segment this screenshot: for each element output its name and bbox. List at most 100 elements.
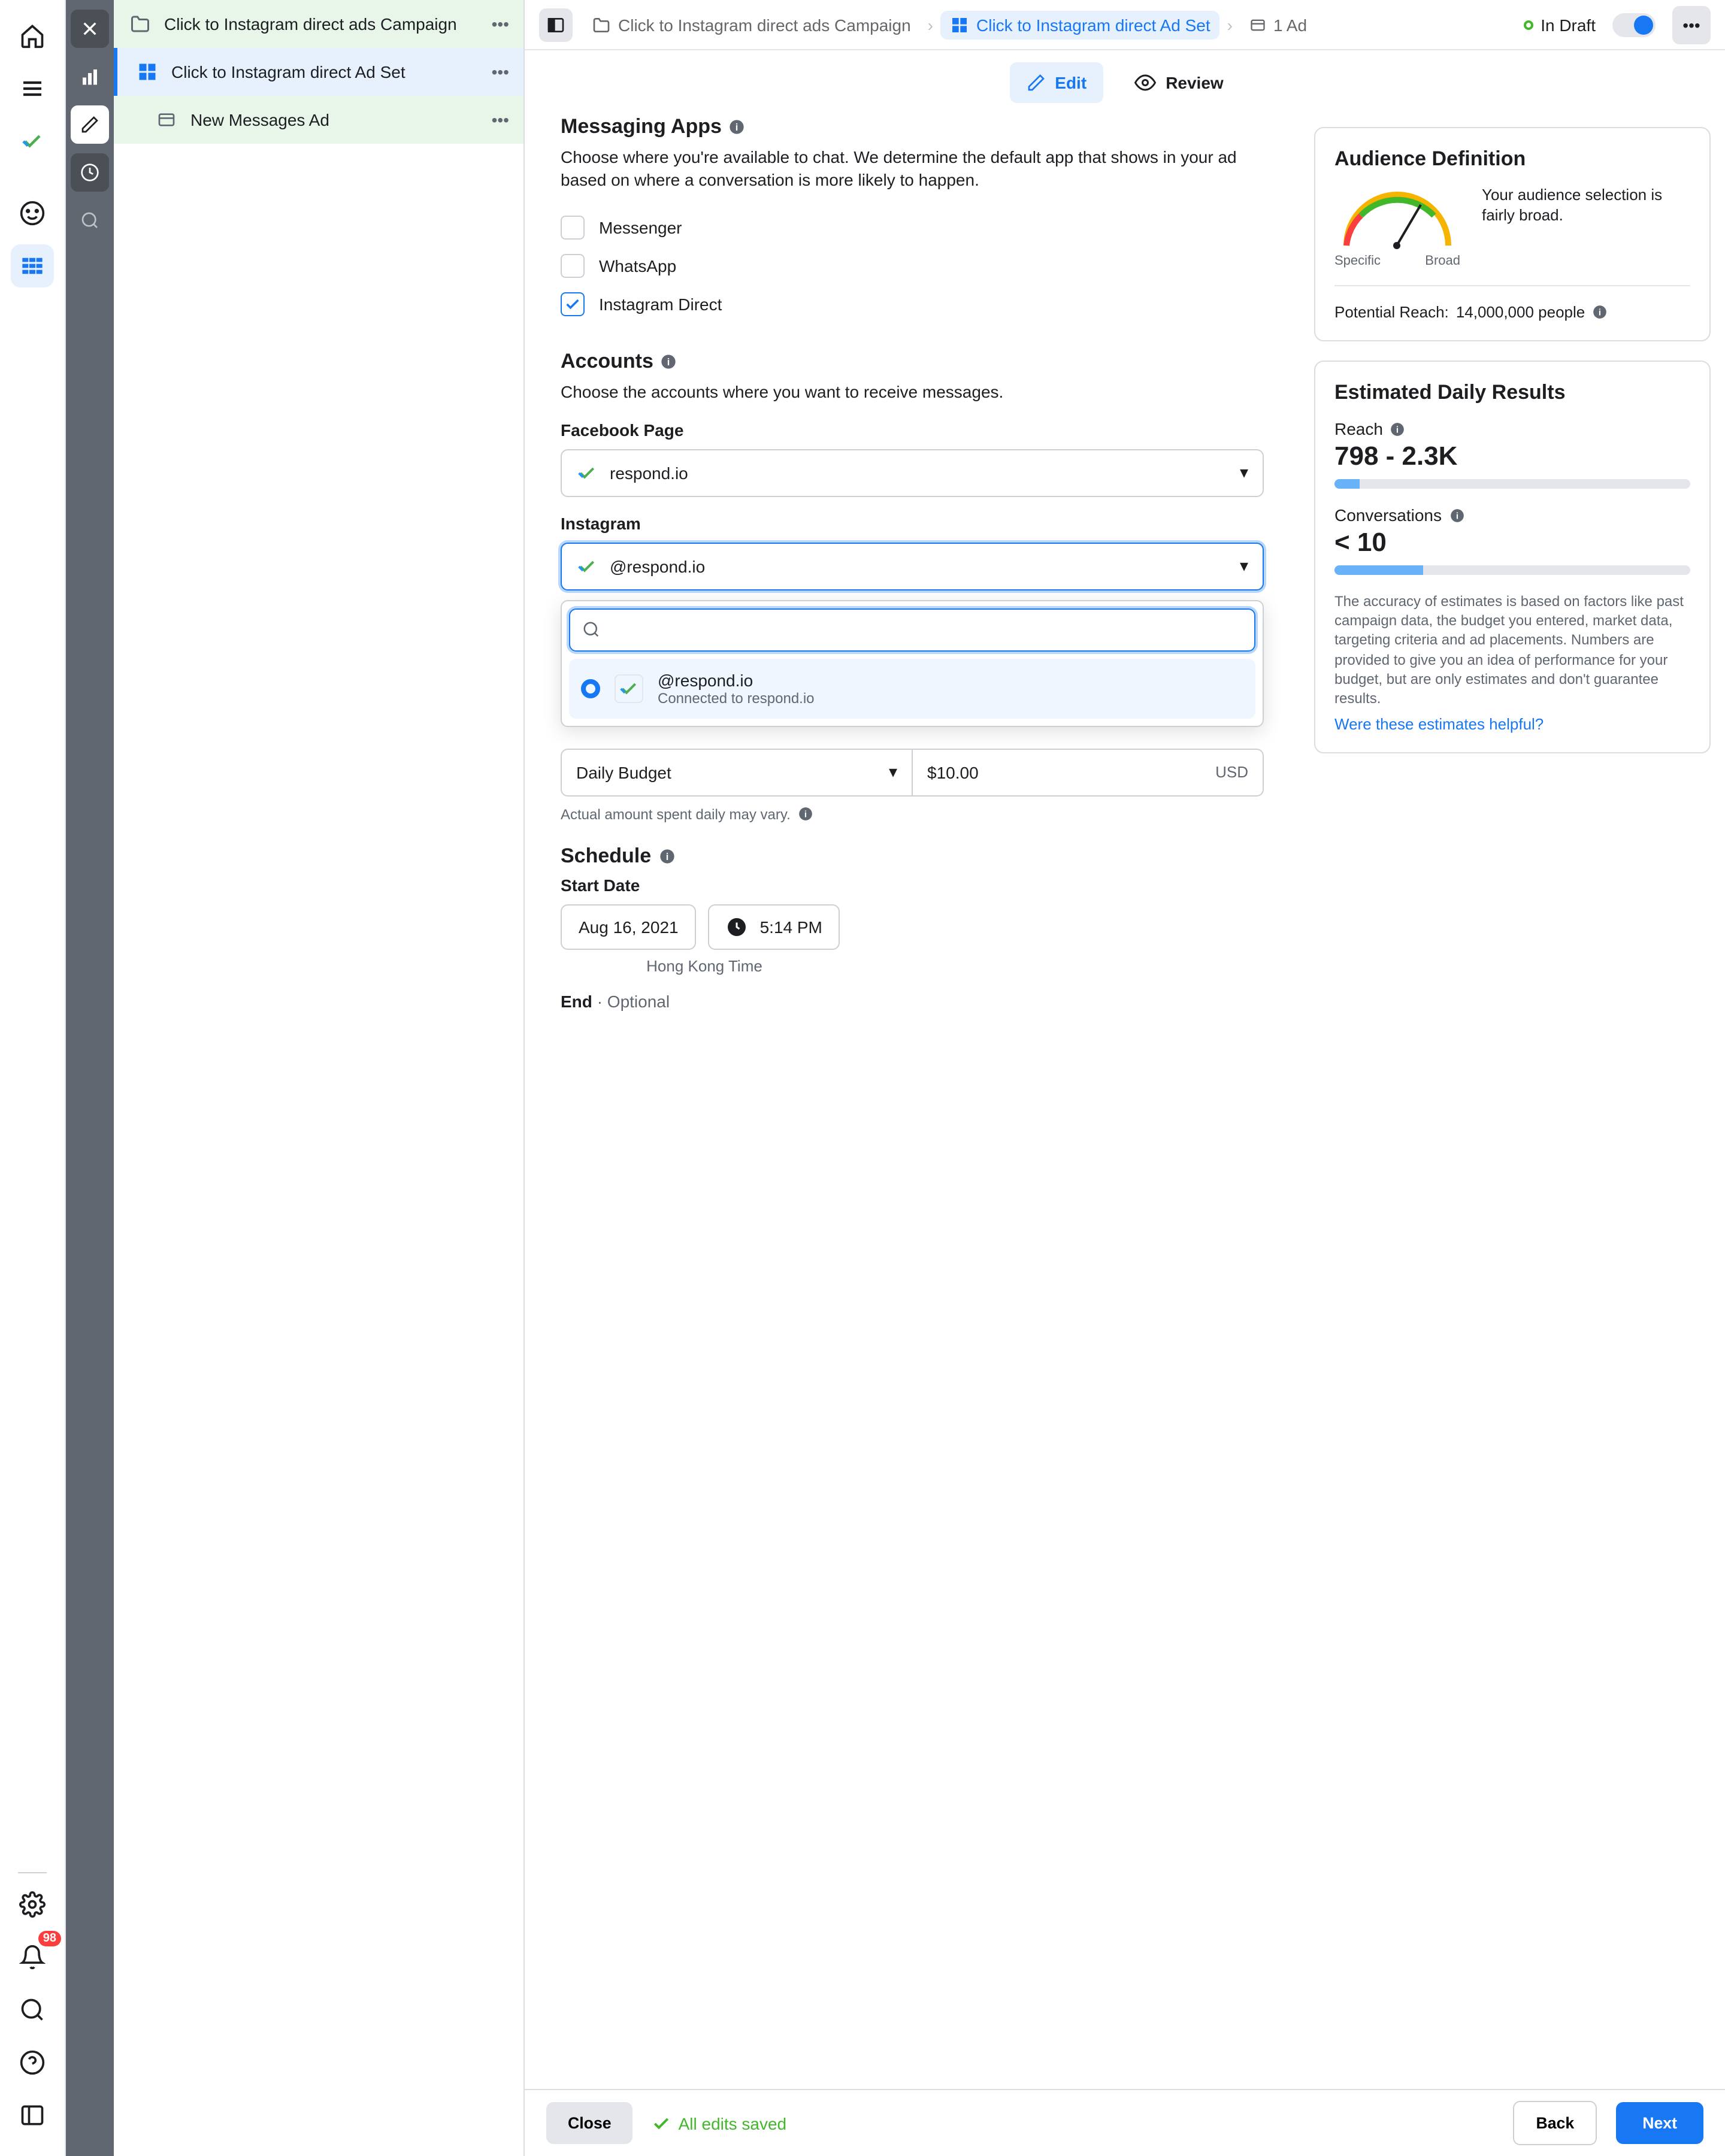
topbar: Click to Instagram direct ads Campaign ›… bbox=[525, 0, 1725, 50]
reach-bar bbox=[1334, 479, 1690, 489]
info-icon[interactable]: i bbox=[1592, 304, 1608, 320]
search-icon bbox=[582, 620, 600, 638]
facebook-page-select[interactable]: respond.io ▾ bbox=[561, 449, 1264, 496]
more-icon[interactable]: ••• bbox=[492, 14, 509, 34]
audience-heading: Audience Definition bbox=[1334, 147, 1690, 171]
back-button[interactable]: Back bbox=[1513, 2101, 1597, 2145]
crumb-adset[interactable]: Click to Instagram direct Ad Set bbox=[940, 10, 1220, 39]
daily-heading: Estimated Daily Results bbox=[1334, 381, 1690, 405]
tree-adset[interactable]: Click to Instagram direct Ad Set ••• bbox=[114, 48, 523, 96]
campaign-tree: Click to Instagram direct ads Campaign •… bbox=[114, 0, 525, 2156]
zoom-icon[interactable] bbox=[71, 201, 109, 240]
help-icon[interactable] bbox=[11, 2041, 54, 2084]
caret-down-icon: ▾ bbox=[889, 762, 897, 782]
accounts-desc: Choose the accounts where you want to re… bbox=[561, 381, 1264, 404]
clock-icon[interactable] bbox=[71, 153, 109, 192]
bell-icon[interactable] bbox=[11, 1936, 54, 1979]
brand-logo-icon bbox=[615, 674, 643, 702]
end-date-label: End · Optional bbox=[561, 991, 1264, 1010]
caret-down-icon: ▾ bbox=[1240, 462, 1248, 483]
tree-ad-label: New Messages Ad bbox=[190, 110, 329, 129]
check-icon bbox=[652, 2113, 671, 2133]
breadcrumb: Click to Instagram direct ads Campaign ›… bbox=[582, 10, 1317, 39]
svg-text:i: i bbox=[736, 122, 739, 133]
instagram-select[interactable]: @respond.io ▾ bbox=[561, 542, 1264, 590]
svg-text:i: i bbox=[665, 851, 668, 862]
global-nav-rail bbox=[0, 0, 66, 2156]
sidebar-column: Audience Definition bbox=[1300, 115, 1725, 2089]
emoji-icon[interactable] bbox=[11, 192, 54, 235]
accounts-heading: Accounts i bbox=[561, 350, 1264, 374]
respond-logo-icon[interactable] bbox=[11, 120, 54, 163]
info-icon[interactable]: i bbox=[1390, 421, 1406, 437]
budget-amount-input[interactable]: $10.00 USD bbox=[913, 748, 1264, 796]
crumb-ad[interactable]: 1 Ad bbox=[1240, 10, 1317, 39]
dropdown-option-respond[interactable]: @respond.io Connected to respond.io bbox=[569, 658, 1255, 718]
table-icon[interactable] bbox=[11, 244, 54, 287]
start-time-input[interactable]: 5:14 PM bbox=[709, 904, 840, 949]
collapse-panel-button[interactable] bbox=[539, 8, 573, 41]
daily-results-card: Estimated Daily Results Reachi 798 - 2.3… bbox=[1314, 361, 1711, 753]
search-icon[interactable] bbox=[11, 1988, 54, 2031]
publish-toggle[interactable] bbox=[1612, 13, 1656, 37]
info-icon[interactable]: i bbox=[1449, 507, 1464, 523]
checkbox-messenger[interactable]: Messenger bbox=[561, 208, 1264, 247]
tab-review[interactable]: Review bbox=[1118, 62, 1240, 103]
gear-icon[interactable] bbox=[11, 1883, 54, 1926]
budget-type-select[interactable]: Daily Budget ▾ bbox=[561, 748, 913, 796]
schedule-heading: Schedule i bbox=[561, 844, 1264, 868]
budget-hint: Actual amount spent daily may vary. i bbox=[561, 806, 1264, 822]
more-icon[interactable]: ••• bbox=[492, 110, 509, 129]
more-icon[interactable]: ••• bbox=[492, 62, 509, 81]
dd-option-handle: @respond.io bbox=[658, 670, 815, 689]
folder-icon bbox=[128, 12, 152, 36]
editor-tool-rail bbox=[66, 0, 114, 2156]
brand-logo-icon bbox=[576, 462, 598, 483]
next-button[interactable]: Next bbox=[1616, 2102, 1703, 2144]
info-icon[interactable]: i bbox=[661, 353, 677, 370]
chart-icon[interactable] bbox=[71, 57, 109, 96]
crumb-campaign[interactable]: Click to Instagram direct ads Campaign bbox=[582, 10, 921, 39]
checkbox-instagram[interactable]: Instagram Direct bbox=[561, 285, 1264, 323]
chevron-right-icon: › bbox=[1227, 15, 1233, 34]
ad-icon bbox=[155, 108, 178, 132]
conversations-label: Conversationsi bbox=[1334, 505, 1690, 525]
tree-campaign[interactable]: Click to Instagram direct ads Campaign •… bbox=[114, 0, 523, 48]
caret-down-icon: ▾ bbox=[1240, 556, 1248, 576]
tree-adset-label: Click to Instagram direct Ad Set bbox=[171, 62, 405, 81]
dropdown-search[interactable] bbox=[569, 608, 1255, 651]
menu-icon[interactable] bbox=[11, 67, 54, 110]
potential-reach: Potential Reach: 14,000,000 people i bbox=[1334, 285, 1690, 321]
start-date-input[interactable]: Aug 16, 2021 bbox=[561, 904, 697, 949]
chevron-right-icon: › bbox=[928, 15, 933, 34]
footer: Close All edits saved Back Next bbox=[525, 2089, 1725, 2156]
dropdown-search-input[interactable] bbox=[610, 620, 1242, 639]
conversations-value: < 10 bbox=[1334, 527, 1690, 558]
instagram-label: Instagram bbox=[561, 513, 1264, 532]
facebook-page-label: Facebook Page bbox=[561, 420, 1264, 439]
close-button[interactable] bbox=[71, 10, 109, 48]
close-button[interactable]: Close bbox=[546, 2102, 633, 2144]
tree-ad[interactable]: New Messages Ad ••• bbox=[114, 96, 523, 144]
svg-text:i: i bbox=[1455, 510, 1458, 520]
sidebar-icon[interactable] bbox=[11, 2094, 54, 2137]
pencil-icon[interactable] bbox=[71, 105, 109, 144]
info-icon[interactable]: i bbox=[729, 119, 746, 135]
status-badge: In Draft bbox=[1524, 15, 1596, 34]
brand-logo-icon bbox=[576, 555, 598, 577]
checkbox-whatsapp[interactable]: WhatsApp bbox=[561, 247, 1264, 285]
estimates-helpful-link[interactable]: Were these estimates helpful? bbox=[1334, 715, 1544, 733]
dd-option-sub: Connected to respond.io bbox=[658, 689, 815, 706]
reach-label: Reachi bbox=[1334, 419, 1690, 438]
timezone-label: Hong Kong Time bbox=[561, 956, 848, 974]
main-panel: Click to Instagram direct ads Campaign ›… bbox=[525, 0, 1725, 2156]
audience-card: Audience Definition bbox=[1314, 127, 1711, 341]
tree-campaign-label: Click to Instagram direct ads Campaign bbox=[164, 14, 457, 34]
info-icon[interactable]: i bbox=[798, 806, 813, 822]
home-icon[interactable] bbox=[11, 14, 54, 57]
more-menu-button[interactable]: ••• bbox=[1672, 5, 1711, 44]
disclaimer: The accuracy of estimates is based on fa… bbox=[1334, 592, 1690, 708]
instagram-dropdown: @respond.io Connected to respond.io bbox=[561, 599, 1264, 726]
tab-edit[interactable]: Edit bbox=[1009, 62, 1103, 103]
info-icon[interactable]: i bbox=[658, 847, 675, 864]
